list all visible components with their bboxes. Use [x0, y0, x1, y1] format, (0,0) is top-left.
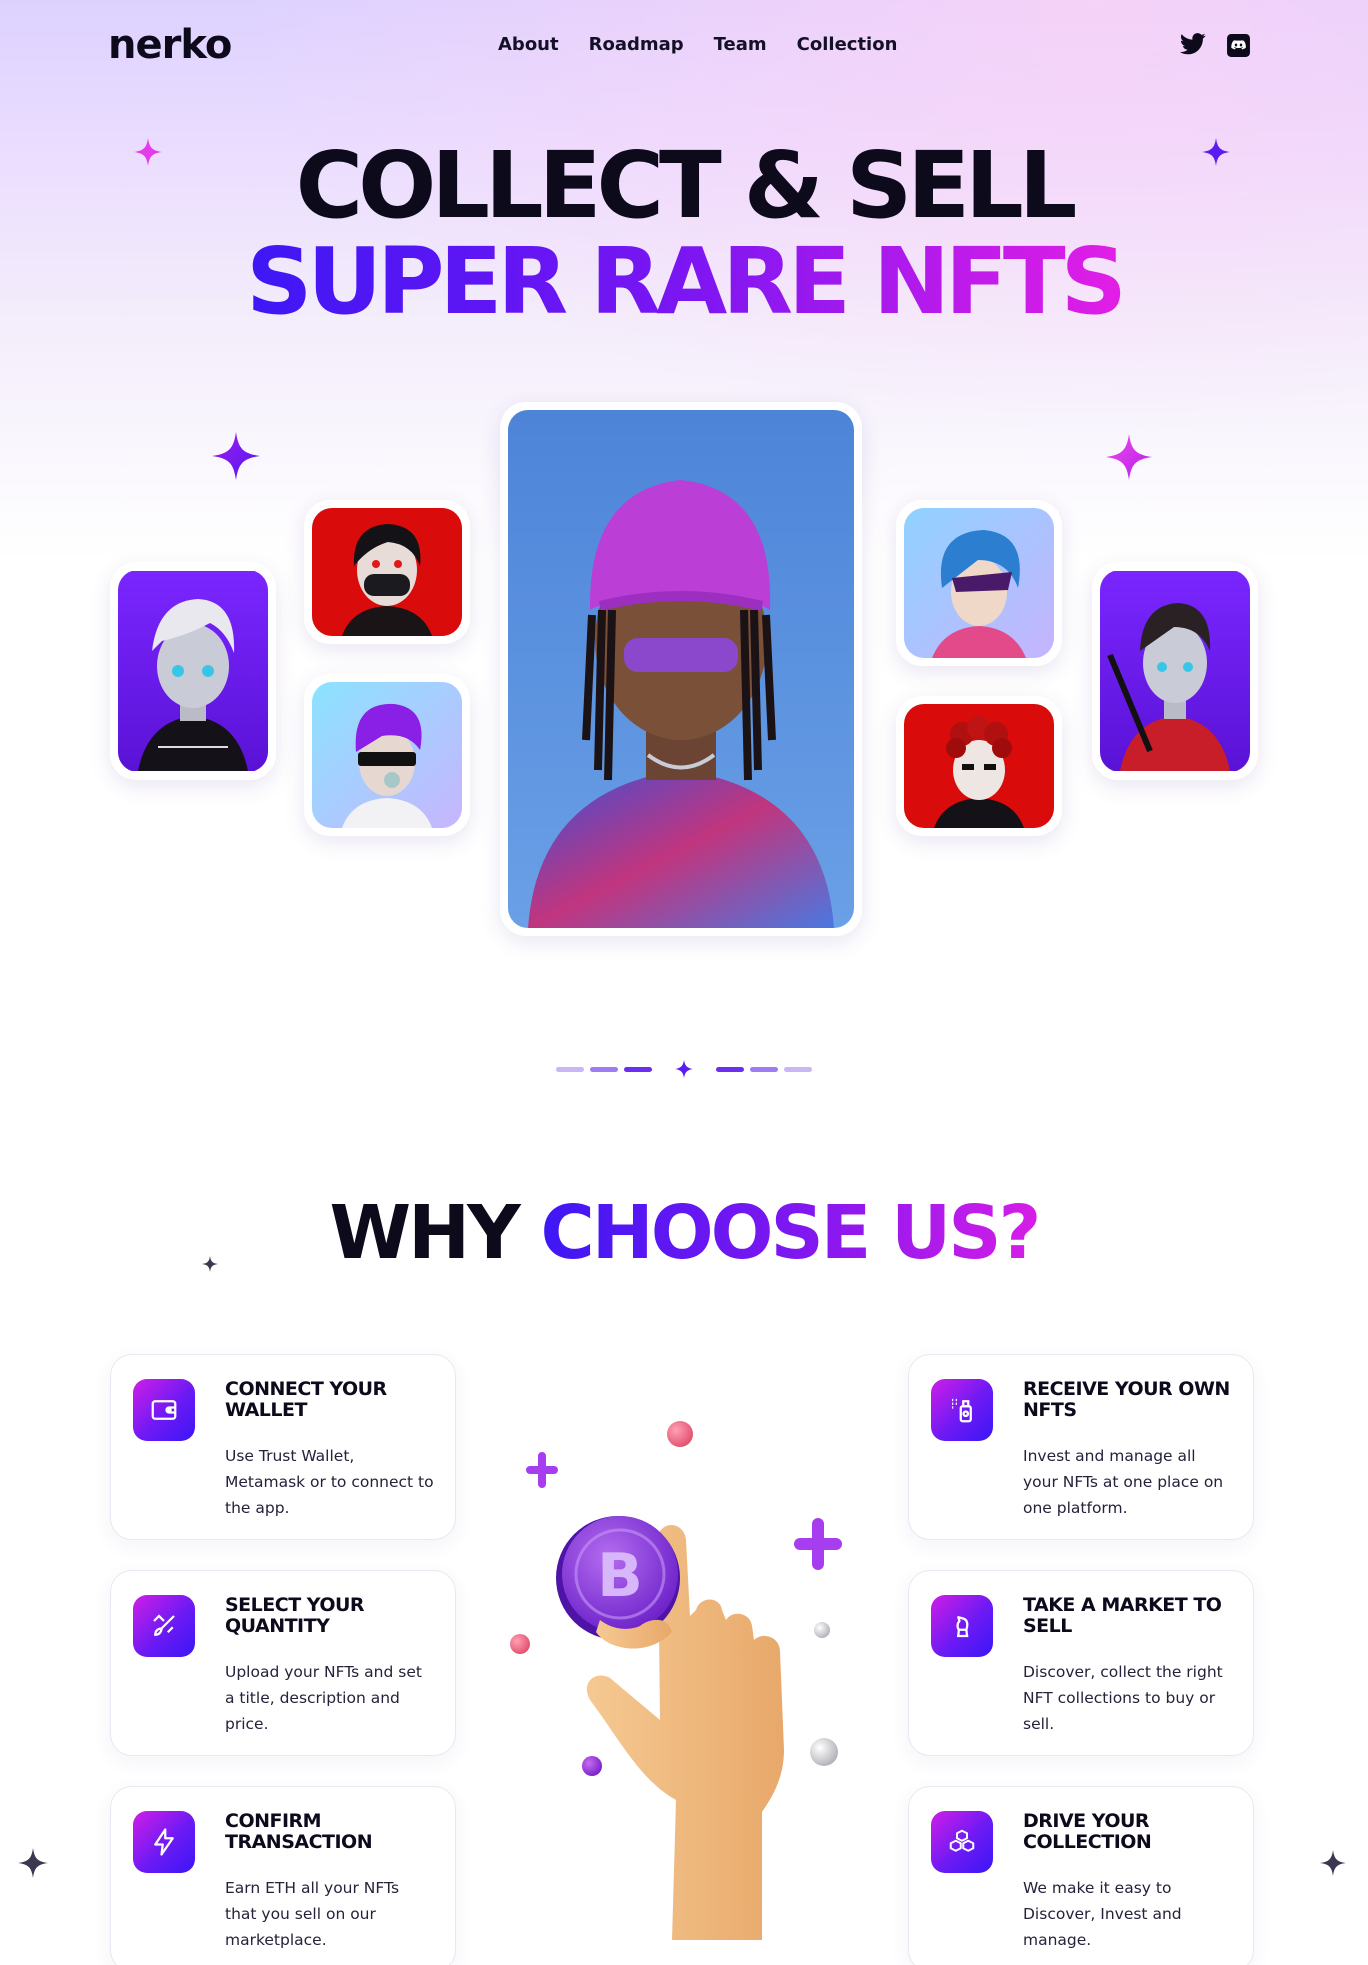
feature-title: RECEIVE YOUR OWN NFTS: [1023, 1378, 1230, 1421]
nft-card[interactable]: [304, 674, 470, 836]
feature-title: DRIVE YOUR COLLECTION: [1023, 1810, 1152, 1853]
section-title: WHY CHOOSE US?: [0, 1196, 1368, 1270]
site-logo[interactable]: nerko: [108, 22, 232, 68]
nft-card[interactable]: [896, 696, 1062, 836]
chess-icon: [931, 1595, 993, 1657]
feature-card: SELECT YOUR QUANTITY Upload your NFTs an…: [110, 1570, 456, 1756]
hero-headline-gradient: SUPER RARE NFTS: [246, 228, 1127, 335]
nft-avatar-image: [312, 682, 462, 828]
nft-card-featured[interactable]: [500, 402, 862, 936]
hero-headline-line1: COLLECT & SELL: [295, 132, 1078, 239]
feature-card: DRIVE YOUR COLLECTION We make it easy to…: [908, 1786, 1254, 1965]
feature-card: CONNECT YOUR WALLET Use Trust Wallet, Me…: [110, 1354, 456, 1540]
feature-description: Invest and manage all your NFTs at one p…: [1023, 1447, 1224, 1517]
sparkle-icon: [1202, 138, 1230, 166]
nft-card[interactable]: [110, 562, 276, 780]
discord-icon[interactable]: [1226, 33, 1251, 58]
top-navigation: nerko About Roadmap Team Collection: [0, 0, 1368, 92]
sparkle-icon: [18, 1848, 48, 1878]
sparkle-icon: [134, 138, 162, 166]
feature-title: SELECT YOUR QUANTITY: [225, 1594, 365, 1637]
section-title-part1: WHY: [329, 1190, 521, 1276]
nav-link-team[interactable]: Team: [714, 34, 767, 55]
nav-link-about[interactable]: About: [498, 34, 559, 55]
sparkle-icon: [212, 432, 260, 480]
sparkle-icon: [1106, 434, 1152, 480]
feature-description: Use Trust Wallet, Metamask or to connect…: [225, 1447, 434, 1517]
feature-card: CONFIRM TRANSACTION Earn ETH all your NF…: [110, 1786, 456, 1965]
wallet-icon: [133, 1379, 195, 1441]
feature-title: TAKE A MARKET TO SELL: [1023, 1594, 1222, 1637]
nft-card[interactable]: [896, 500, 1062, 666]
hand-coin-illustration: B: [500, 1420, 900, 1940]
nav-links: About Roadmap Team Collection: [498, 34, 927, 55]
twitter-icon[interactable]: [1180, 33, 1206, 55]
feature-title: CONFIRM TRANSACTION: [225, 1810, 373, 1853]
feature-card: TAKE A MARKET TO SELL Discover, collect …: [908, 1570, 1254, 1756]
nft-card[interactable]: [1092, 562, 1258, 780]
feature-description: Discover, collect the right NFT collecti…: [1023, 1663, 1223, 1733]
nft-avatar-image: [904, 508, 1054, 658]
feature-description: We make it easy to Discover, Invest and …: [1023, 1879, 1182, 1949]
feature-card: RECEIVE YOUR OWN NFTS Invest and manage …: [908, 1354, 1254, 1540]
section-title-part2: CHOOSE US?: [540, 1190, 1041, 1276]
blocks-icon: [931, 1811, 993, 1873]
nft-avatar-image: [118, 570, 268, 772]
lightning-icon: [133, 1811, 195, 1873]
nav-link-roadmap[interactable]: Roadmap: [589, 34, 684, 55]
nft-avatar-image: [508, 410, 854, 928]
nft-avatar-image: [904, 704, 1054, 828]
nft-card[interactable]: [304, 500, 470, 644]
brush-icon: [133, 1595, 195, 1657]
feature-description: Upload your NFTs and set a title, descri…: [225, 1663, 422, 1733]
hero-headline-line2: SUPER RARE NFTS: [0, 236, 1368, 328]
nav-link-collection[interactable]: Collection: [797, 34, 898, 55]
section-divider: [556, 1060, 812, 1078]
feature-description: Earn ETH all your NFTs that you sell on …: [225, 1879, 400, 1949]
svg-text:B: B: [597, 1541, 643, 1611]
sparkle-icon: [1320, 1850, 1346, 1876]
spray-can-icon: [931, 1379, 993, 1441]
feature-title: CONNECT YOUR WALLET: [225, 1378, 387, 1421]
nft-avatar-image: [1100, 570, 1250, 772]
nft-avatar-image: [312, 508, 462, 636]
